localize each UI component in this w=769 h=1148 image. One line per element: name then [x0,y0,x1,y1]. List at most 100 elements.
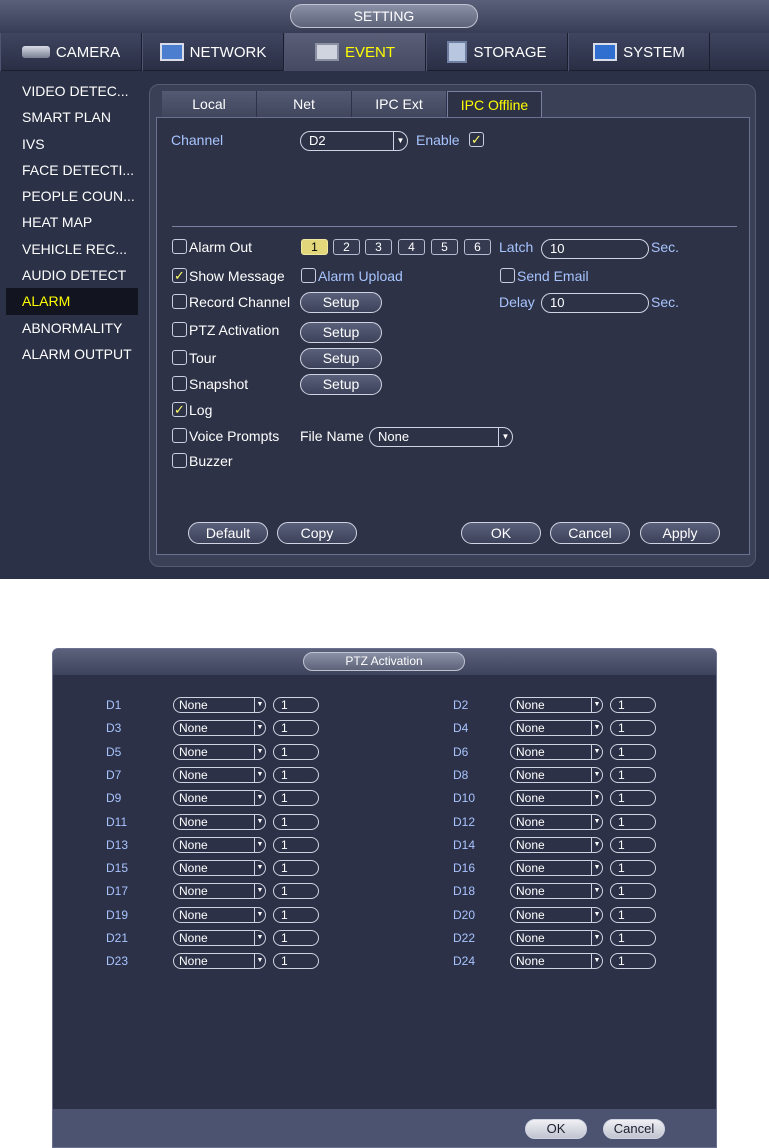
ptz-type-select[interactable]: None ▼ [173,697,266,713]
tab-camera[interactable]: CAMERA [0,33,142,71]
ptz-type-select[interactable]: None ▼ [510,906,603,923]
ptz-type-select[interactable]: None ▼ [173,790,266,807]
ptz-type-select[interactable]: None ▼ [510,743,603,760]
ptz-preset-input[interactable]: 1 [610,953,656,970]
ptz-type-select[interactable]: None ▼ [173,860,266,877]
enable-checkbox[interactable]: ✓ [469,132,484,147]
ptz-type-select[interactable]: None ▼ [510,836,603,853]
tab-storage[interactable]: STORAGE [426,33,568,71]
latch-input[interactable]: 10 [541,239,649,259]
ptz-preset-input[interactable]: 1 [273,883,319,900]
ptz-preset-input[interactable]: 1 [273,953,319,970]
ptz-type-select[interactable]: None ▼ [510,953,603,970]
sidebar-item-smart-plan[interactable]: SMART PLAN [6,104,138,130]
ptz-preset-input[interactable]: 1 [610,930,656,946]
ptz-preset-input[interactable]: 1 [273,697,319,713]
ptz-type-select[interactable]: None ▼ [173,743,266,760]
ptz-preset-input[interactable]: 1 [273,836,319,853]
snapshot-setup-button[interactable]: Setup [300,374,382,395]
ptz-activation-checkbox[interactable] [172,322,187,337]
ptz-type-select[interactable]: None ▼ [173,906,266,923]
ptz-cancel-button[interactable]: Cancel [603,1119,665,1139]
ptz-activation-setup-button[interactable]: Setup [300,322,382,343]
alarm-out-channel-4[interactable]: 4 [398,239,425,255]
ptz-preset-input[interactable]: 1 [610,766,656,783]
ptz-type-select[interactable]: None ▼ [510,766,603,783]
alarm-out-channel-1[interactable]: 1 [301,239,328,255]
alarm-upload-checkbox[interactable] [301,268,316,283]
copy-button[interactable]: Copy [277,522,357,544]
sidebar-item-audio-detect[interactable]: AUDIO DETECT [6,262,138,288]
ptz-preset-input[interactable]: 1 [610,906,656,923]
show-message-checkbox[interactable]: ✓ [172,268,187,283]
ptz-type-select[interactable]: None ▼ [173,883,266,900]
record-channel-checkbox[interactable] [172,294,187,309]
ptz-preset-input[interactable]: 1 [610,860,656,877]
tour-checkbox[interactable] [172,350,187,365]
ptz-type-select[interactable]: None ▼ [510,930,603,946]
tour-setup-button[interactable]: Setup [300,348,382,369]
file-name-select[interactable]: None ▼ [369,427,513,447]
ptz-type-select[interactable]: None ▼ [510,720,603,737]
cancel-button[interactable]: Cancel [550,522,630,544]
ptz-preset-input[interactable]: 1 [610,743,656,760]
ptz-type-select[interactable]: None ▼ [510,697,603,713]
sidebar-item-abnormality[interactable]: ABNORMALITY [6,315,138,341]
apply-button[interactable]: Apply [640,522,720,544]
tab-event[interactable]: EVENT [284,33,426,71]
log-checkbox[interactable]: ✓ [172,402,187,417]
alarm-out-channel-5[interactable]: 5 [431,239,458,255]
sidebar-item-alarm-output[interactable]: ALARM OUTPUT [6,341,138,367]
channel-select[interactable]: D2 ▼ [300,131,408,151]
sidebar-item-face-detection[interactable]: FACE DETECTI... [6,157,138,183]
sidebar-item-vehicle-recognition[interactable]: VEHICLE REC... [6,236,138,262]
alarm-out-channel-3[interactable]: 3 [365,239,392,255]
ptz-preset-input[interactable]: 1 [610,813,656,830]
ptz-type-select[interactable]: None ▼ [510,883,603,900]
voice-prompts-checkbox[interactable] [172,428,187,443]
ptz-preset-input[interactable]: 1 [273,720,319,737]
ptz-type-select[interactable]: None ▼ [510,790,603,807]
alarm-out-channel-6[interactable]: 6 [464,239,491,255]
sidebar-item-ivs[interactable]: IVS [6,131,138,157]
sidebar-item-video-detect[interactable]: VIDEO DETEC... [6,78,138,104]
ptz-preset-input[interactable]: 1 [273,906,319,923]
ptz-preset-input[interactable]: 1 [273,766,319,783]
subtab-local[interactable]: Local [162,91,257,117]
tab-system[interactable]: SYSTEM [568,33,710,71]
ptz-preset-input[interactable]: 1 [610,720,656,737]
ptz-preset-input[interactable]: 1 [273,930,319,946]
ptz-type-select[interactable]: None ▼ [510,813,603,830]
subtab-ipc-ext[interactable]: IPC Ext [352,91,447,117]
default-button[interactable]: Default [188,522,268,544]
snapshot-checkbox[interactable] [172,376,187,391]
ptz-preset-input[interactable]: 1 [610,790,656,807]
ptz-preset-input[interactable]: 1 [610,836,656,853]
subtab-ipc-offline[interactable]: IPC Offline [447,91,542,117]
ptz-preset-input[interactable]: 1 [273,790,319,807]
subtab-net[interactable]: Net [257,91,352,117]
ptz-type-select[interactable]: None ▼ [173,720,266,737]
ptz-type-select[interactable]: None ▼ [510,860,603,877]
ptz-preset-input[interactable]: 1 [610,883,656,900]
ptz-preset-input[interactable]: 1 [273,743,319,760]
ptz-type-select[interactable]: None ▼ [173,766,266,783]
sidebar-item-people-counting[interactable]: PEOPLE COUN... [6,183,138,209]
sidebar-item-alarm[interactable]: ALARM [6,288,138,315]
ptz-type-select[interactable]: None ▼ [173,813,266,830]
ptz-type-select[interactable]: None ▼ [173,836,266,853]
ptz-preset-input[interactable]: 1 [273,813,319,830]
send-email-checkbox[interactable] [500,268,515,283]
tab-network[interactable]: NETWORK [142,33,284,71]
ptz-preset-input[interactable]: 1 [273,860,319,877]
alarm-out-channel-2[interactable]: 2 [333,239,360,255]
ptz-type-select[interactable]: None ▼ [173,953,266,970]
alarm-out-checkbox[interactable] [172,239,187,254]
ptz-type-select[interactable]: None ▼ [173,930,266,946]
ptz-preset-input[interactable]: 1 [610,697,656,713]
delay-input[interactable]: 10 [541,293,649,313]
record-channel-setup-button[interactable]: Setup [300,292,382,313]
buzzer-checkbox[interactable] [172,453,187,468]
ptz-ok-button[interactable]: OK [525,1119,587,1139]
sidebar-item-heat-map[interactable]: HEAT MAP [6,209,138,235]
